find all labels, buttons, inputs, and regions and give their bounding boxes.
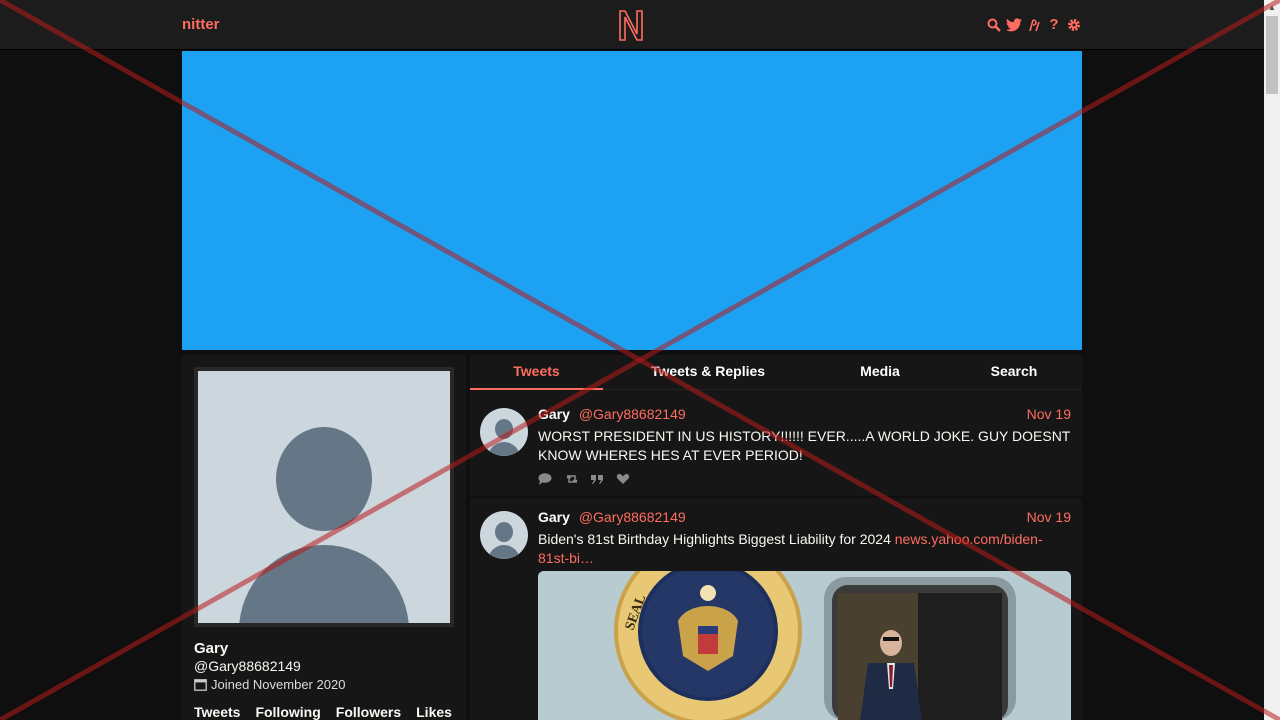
tweet-avatar[interactable]	[480, 511, 528, 559]
scrollbar-thumb[interactable]	[1266, 16, 1278, 94]
profile-name[interactable]: Gary	[194, 640, 228, 657]
top-navbar: nitter ?	[0, 0, 1264, 50]
reply-icon[interactable]	[538, 473, 554, 485]
quote-icon[interactable]	[590, 473, 606, 485]
tweet-author-name[interactable]: Gary	[538, 406, 570, 422]
tab-tweets-replies[interactable]: Tweets & Replies	[623, 355, 793, 390]
nav-icon-group: ?	[986, 16, 1082, 33]
profile-handle[interactable]: @Gary88682149	[194, 658, 301, 674]
tweet-header: Gary @Gary88682149 Nov 19	[538, 406, 1071, 424]
profile-card: Gary @Gary88682149 Joined November 2020 …	[182, 355, 466, 720]
tweet-date[interactable]: Nov 19	[1027, 406, 1071, 422]
profile-joined-text: Joined November 2020	[211, 677, 346, 692]
twitter-bird-icon[interactable]	[1006, 16, 1022, 33]
search-icon[interactable]	[986, 16, 1002, 33]
profile-stats: Tweets Following Followers Likes	[194, 704, 452, 720]
help-icon[interactable]: ?	[1046, 16, 1062, 33]
gear-icon[interactable]	[1066, 16, 1082, 33]
profile-banner[interactable]	[182, 51, 1082, 350]
presidential-seal-icon: SEAL	[614, 571, 802, 720]
tweet-avatar[interactable]	[480, 408, 528, 456]
stat-following[interactable]: Following	[255, 704, 320, 720]
scroll-up-arrow-icon[interactable]: ▲	[1264, 0, 1280, 16]
tweet-author-handle[interactable]: @Gary88682149	[579, 509, 686, 525]
tweet-author-handle[interactable]: @Gary88682149	[579, 406, 686, 422]
tweet-date[interactable]: Nov 19	[1027, 509, 1071, 525]
tweet-author-name[interactable]: Gary	[538, 509, 570, 525]
tab-media[interactable]: Media	[820, 355, 940, 390]
timeline-tabs: Tweets Tweets & Replies Media Search	[470, 355, 1082, 390]
tweet-actions	[538, 473, 632, 485]
rss-icon[interactable]	[1026, 16, 1042, 33]
tweet-text: WORST PRESIDENT IN US HISTORY!!!!!! EVER…	[538, 428, 1071, 463]
airplane-door-photo	[824, 577, 1016, 720]
profile-avatar[interactable]	[194, 367, 454, 627]
tweet-text-body: Biden's 81st Birthday Highlights Biggest…	[538, 531, 895, 547]
tweet-header: Gary @Gary88682149 Nov 19	[538, 509, 1071, 527]
tab-search[interactable]: Search	[954, 355, 1074, 390]
nitter-home-link[interactable]: nitter	[182, 16, 220, 33]
stat-likes[interactable]: Likes	[416, 704, 452, 720]
stat-tweets[interactable]: Tweets	[194, 704, 240, 720]
tweet-text: Biden's 81st Birthday Highlights Biggest…	[538, 530, 1072, 567]
tweet-media-image[interactable]: SEAL	[538, 571, 1071, 720]
timeline: Tweets Tweets & Replies Media Search Gar…	[470, 355, 1082, 720]
stat-followers[interactable]: Followers	[336, 704, 401, 720]
default-avatar-icon	[198, 371, 450, 623]
tab-tweets[interactable]: Tweets	[470, 355, 603, 390]
tweet-item[interactable]: Gary @Gary88682149 Nov 19 WORST PRESIDEN…	[470, 391, 1082, 498]
calendar-icon	[194, 679, 207, 691]
retweet-icon[interactable]	[564, 473, 580, 485]
page-scrollbar[interactable]: ▲	[1264, 0, 1280, 720]
profile-joined: Joined November 2020	[194, 677, 345, 692]
like-heart-icon[interactable]	[616, 473, 632, 485]
nitter-logo-icon[interactable]	[616, 8, 646, 42]
